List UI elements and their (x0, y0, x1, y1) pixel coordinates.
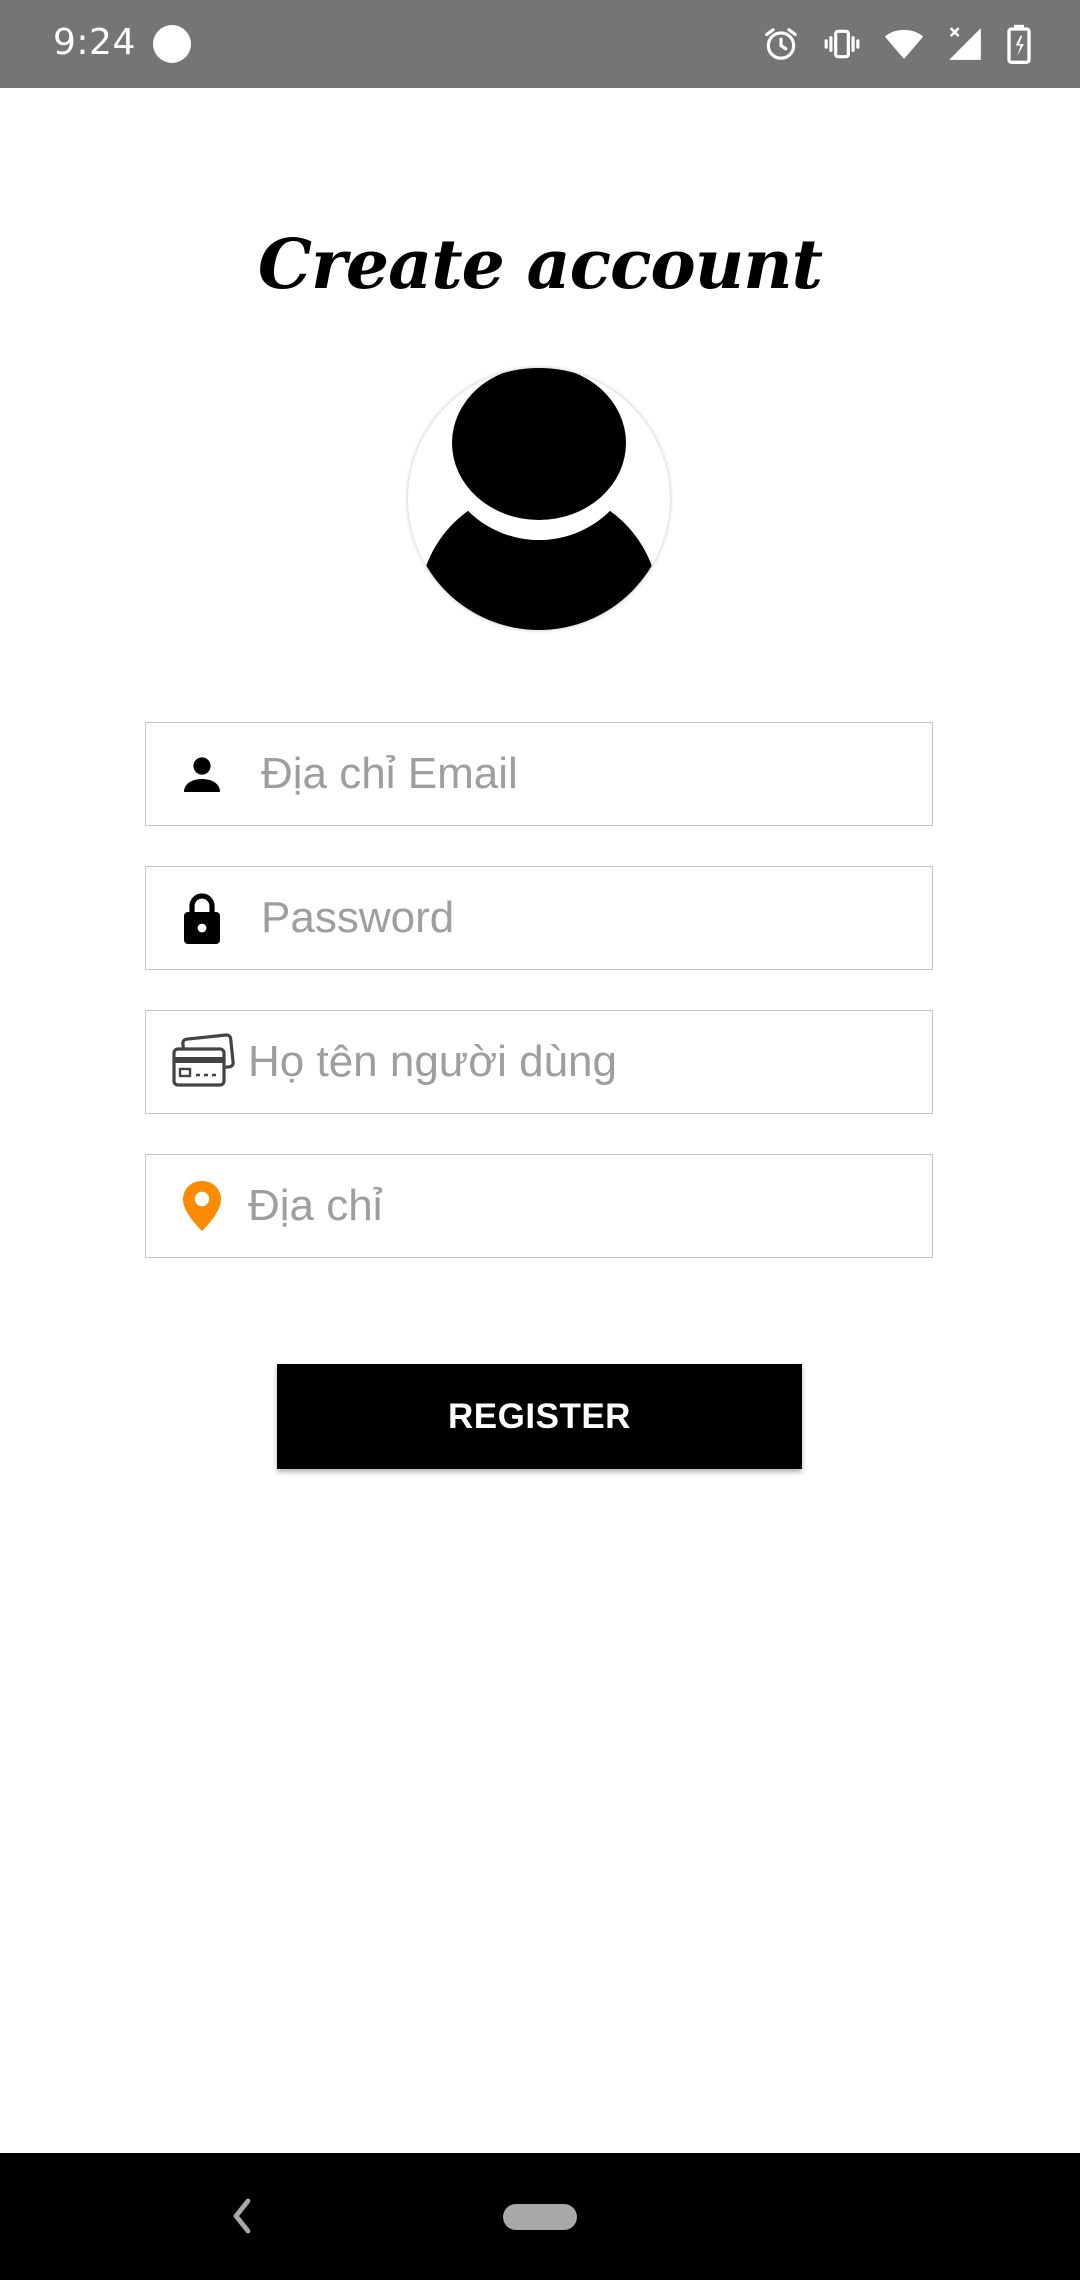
person-icon (178, 723, 226, 825)
status-icons (762, 22, 1032, 66)
email-field[interactable] (145, 722, 933, 826)
card-icon (170, 1011, 236, 1113)
alarm-icon (762, 25, 800, 63)
avatar[interactable] (408, 368, 670, 630)
email-input[interactable] (261, 723, 912, 825)
default-avatar-icon (419, 368, 659, 630)
home-pill-icon[interactable] (503, 2204, 577, 2230)
address-field[interactable] (145, 1154, 933, 1258)
status-time: 9:24 (53, 22, 136, 63)
register-button[interactable]: REGISTER (277, 1364, 802, 1469)
password-input[interactable] (261, 867, 912, 969)
vibrate-icon (822, 25, 862, 63)
wifi-icon (884, 26, 924, 62)
status-bar: 9:24 (0, 0, 1080, 88)
address-input[interactable] (248, 1155, 912, 1257)
lock-icon (178, 867, 226, 969)
battery-charging-icon (1006, 24, 1032, 64)
fullname-input[interactable] (248, 1011, 912, 1113)
signal-icon (946, 25, 984, 63)
password-field[interactable] (145, 866, 933, 970)
notification-dot-icon (153, 25, 191, 63)
navigation-bar (0, 2153, 1080, 2280)
fullname-field[interactable] (145, 1010, 933, 1114)
page-title: Create account (257, 225, 823, 305)
back-icon[interactable] (226, 2193, 256, 2244)
location-pin-icon (180, 1155, 224, 1257)
